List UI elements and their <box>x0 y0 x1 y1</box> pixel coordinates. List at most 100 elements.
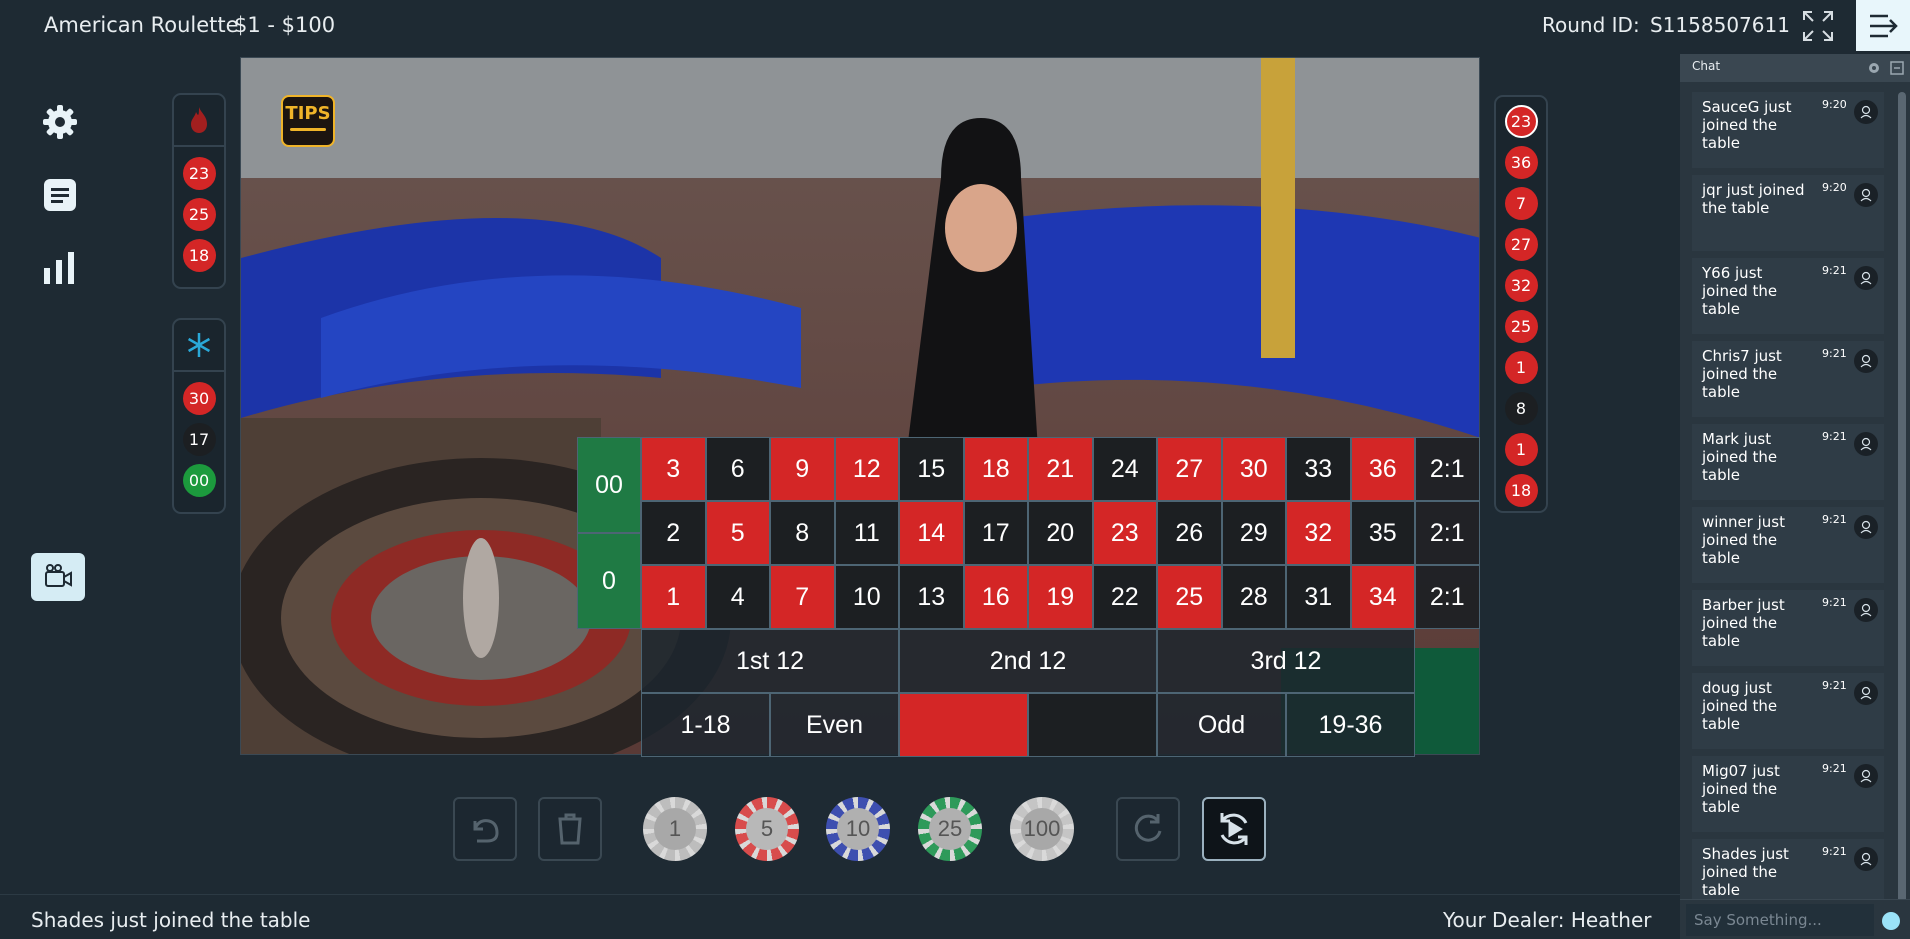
chat-settings-icon[interactable] <box>1867 61 1881 75</box>
bet-spot-number[interactable]: 26 <box>1157 501 1222 565</box>
bet-spot-number[interactable]: 11 <box>834 501 899 565</box>
round-label: Round ID: <box>1542 13 1640 37</box>
bet-spot-number[interactable]: 18 <box>963 437 1028 501</box>
bet-spot-number[interactable]: 22 <box>1092 565 1157 629</box>
bet-spot-number[interactable]: 14 <box>899 501 964 565</box>
bet-limits: $1 - $100 <box>234 13 336 37</box>
chat-message: winner just joined the table 9:21 <box>1692 507 1884 583</box>
bet-spot-00[interactable]: 00 <box>577 437 641 533</box>
result-ball: 7 <box>1504 187 1538 220</box>
bet-spot-outside[interactable]: Odd <box>1157 693 1286 757</box>
result-ball: 25 <box>182 198 216 231</box>
chip-25[interactable]: 25 <box>918 797 982 861</box>
chat-message-time: 9:21 <box>1822 430 1847 443</box>
bet-spot-dozen[interactable]: 1st 12 <box>641 629 899 693</box>
chat-input[interactable] <box>1686 904 1874 936</box>
chat-messages[interactable]: SauceG just joined the table 9:20 jqr just… <box>1692 92 1884 922</box>
chat-input-bar <box>1680 899 1910 939</box>
bet-spot-outside[interactable] <box>899 693 1028 757</box>
bet-spot-number[interactable]: 28 <box>1221 565 1286 629</box>
bet-spot-number[interactable]: 15 <box>899 437 964 501</box>
chip-10[interactable]: 10 <box>826 797 890 861</box>
bet-spot-dozen[interactable]: 2nd 12 <box>899 629 1157 693</box>
exit-button[interactable] <box>1856 0 1910 51</box>
dealer-name: Your Dealer: Heather <box>1443 908 1652 932</box>
bet-spot-number[interactable]: 4 <box>705 565 770 629</box>
bet-spot-number[interactable]: 16 <box>963 565 1028 629</box>
bet-spot-number[interactable]: 33 <box>1286 437 1351 501</box>
bet-spot-number[interactable]: 10 <box>834 565 899 629</box>
bet-spot-column[interactable]: 2:1 <box>1415 437 1480 501</box>
fullscreen-icon[interactable] <box>1800 8 1836 44</box>
bet-spot-number[interactable]: 31 <box>1286 565 1351 629</box>
bet-spot-number[interactable]: 21 <box>1028 437 1093 501</box>
bet-spot-number[interactable]: 9 <box>770 437 835 501</box>
bet-spot-number[interactable]: 5 <box>705 501 770 565</box>
emoji-icon[interactable] <box>1882 912 1900 930</box>
chip-100[interactable]: 100 <box>1010 797 1074 861</box>
bet-spot-column[interactable]: 2:1 <box>1415 501 1480 565</box>
chat-message: Chris7 just joined the table 9:21 <box>1692 341 1884 417</box>
repeat-bet-button[interactable] <box>1116 797 1180 861</box>
user-avatar-icon <box>1854 183 1878 207</box>
clear-bets-button[interactable] <box>538 797 602 861</box>
bet-spot-number[interactable]: 12 <box>834 437 899 501</box>
autoplay-button[interactable] <box>1202 797 1266 861</box>
bet-spot-number[interactable]: 23 <box>1092 501 1157 565</box>
bet-spot-number[interactable]: 7 <box>770 565 835 629</box>
bet-spot-number[interactable]: 19 <box>1028 565 1093 629</box>
bet-spot-number[interactable]: 36 <box>1350 437 1415 501</box>
tips-underline <box>290 128 326 131</box>
bet-spot-number[interactable]: 25 <box>1157 565 1222 629</box>
bet-spot-number[interactable]: 20 <box>1028 501 1093 565</box>
chat-message: Mig07 just joined the table 9:21 <box>1692 756 1884 832</box>
chat-minimize-icon[interactable] <box>1890 61 1904 75</box>
chip-value: 25 <box>929 808 971 850</box>
chat-message-text: SauceG just joined the table <box>1702 98 1792 152</box>
user-avatar-icon <box>1854 515 1878 539</box>
bet-spot-number[interactable]: 24 <box>1092 437 1157 501</box>
exit-icon <box>1870 14 1898 38</box>
bet-spot-number[interactable]: 29 <box>1221 501 1286 565</box>
chat-message-time: 9:20 <box>1822 98 1847 111</box>
bet-spot-number[interactable]: 6 <box>705 437 770 501</box>
tips-button[interactable]: TIPS <box>281 95 335 147</box>
chat-message-time: 9:21 <box>1822 679 1847 692</box>
bet-spot-dozen[interactable]: 3rd 12 <box>1157 629 1415 693</box>
bet-spot-number[interactable]: 35 <box>1350 501 1415 565</box>
bet-spot-outside[interactable]: Even <box>770 693 899 757</box>
bet-spot-0[interactable]: 0 <box>577 533 641 629</box>
bet-spot-outside[interactable]: 19-36 <box>1286 693 1415 757</box>
user-avatar-icon <box>1854 598 1878 622</box>
statistics-icon[interactable] <box>40 248 80 288</box>
chat-header: Chat <box>1680 54 1910 82</box>
bet-spot-number[interactable]: 3 <box>641 437 706 501</box>
bet-spot-number[interactable]: 8 <box>770 501 835 565</box>
chip-5[interactable]: 5 <box>735 797 799 861</box>
chat-message-text: Mig07 just joined the table <box>1702 762 1780 816</box>
result-ball: 32 <box>1504 269 1538 302</box>
user-avatar-icon <box>1854 100 1878 124</box>
bet-spot-number[interactable]: 1 <box>641 565 706 629</box>
user-avatar-icon <box>1854 349 1878 373</box>
bet-spot-column[interactable]: 2:1 <box>1415 565 1480 629</box>
chat-scrollbar[interactable] <box>1898 92 1906 928</box>
bet-spot-number[interactable]: 34 <box>1350 565 1415 629</box>
chat-message-text: winner just joined the table <box>1702 513 1785 567</box>
undo-button[interactable] <box>453 797 517 861</box>
round-id: S1158507611 <box>1650 13 1790 37</box>
bet-spot-number[interactable]: 32 <box>1286 501 1351 565</box>
chip-1[interactable]: 1 <box>643 797 707 861</box>
bet-spot-number[interactable]: 2 <box>641 501 706 565</box>
bet-spot-number[interactable]: 30 <box>1221 437 1286 501</box>
camera-view-button[interactable] <box>31 553 85 601</box>
game-rules-icon[interactable] <box>40 175 80 215</box>
result-ball: 00 <box>182 464 216 497</box>
bet-spot-number[interactable]: 17 <box>963 501 1028 565</box>
bet-spot-number[interactable]: 27 <box>1157 437 1222 501</box>
bet-spot-outside[interactable]: 1-18 <box>641 693 770 757</box>
bet-spot-outside[interactable] <box>1028 693 1157 757</box>
bet-spot-number[interactable]: 13 <box>899 565 964 629</box>
settings-gear-icon[interactable] <box>40 102 80 142</box>
chat-message-text: Y66 just joined the table <box>1702 264 1778 318</box>
